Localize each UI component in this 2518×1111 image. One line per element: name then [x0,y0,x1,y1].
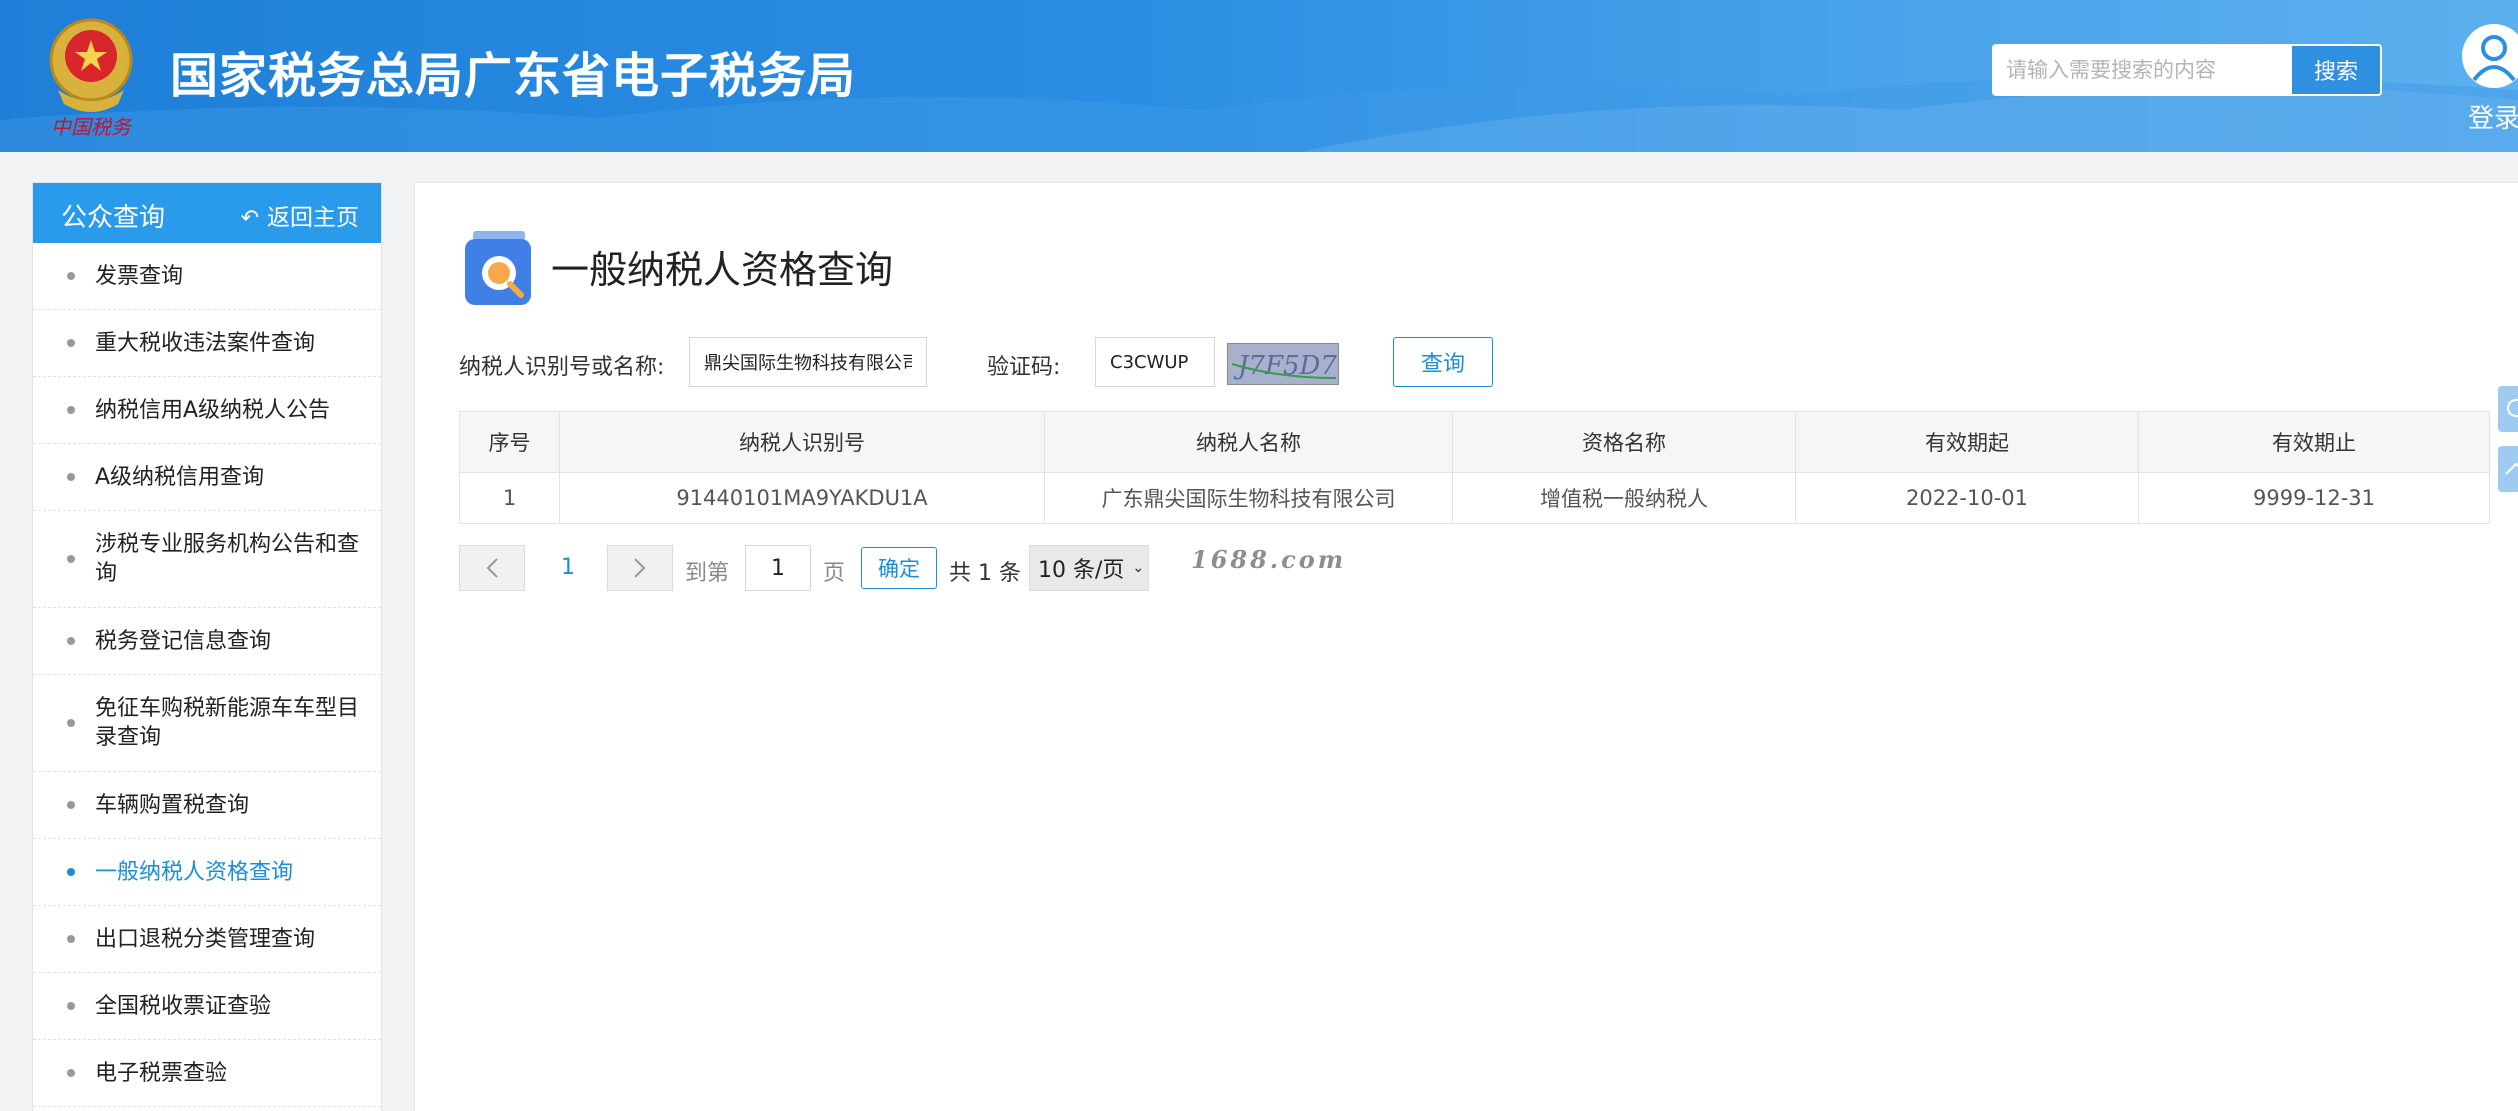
sidebar-item-major-violation-query[interactable]: 重大税收违法案件查询 [33,310,381,377]
watermark: 1688.com [1191,545,1347,574]
captcha-label: 验证码: [987,355,1061,380]
user-avatar-icon [2462,24,2518,88]
sidebar-item-new-energy-vehicle-catalog[interactable]: 免征车购税新能源车车型目录查询 [33,675,381,772]
taxpayer-input[interactable] [689,337,927,387]
sidebar-item-label: 出口退税分类管理查询 [95,926,316,952]
page-number-current[interactable]: 1 [561,555,575,580]
sidebar-item-label: 免征车购税新能源车车型目录查询 [95,696,360,750]
goto-label: 到第 [685,561,730,586]
prev-page-button[interactable] [459,545,525,591]
page-suffix-label: 页 [823,561,846,586]
bullet-icon [67,868,75,876]
column-header: 有效期止 [2138,411,2490,473]
sidebar-item-e-tax-voucher-check[interactable]: 电子税票查验 [33,1040,381,1107]
sidebar-item-label: 涉税专业服务机构公告和查询 [95,532,360,586]
captcha-input[interactable] [1095,337,1215,387]
bullet-icon [67,637,75,645]
table-cell: 1 [459,472,560,524]
sidebar-item-registration-query[interactable]: 税务登记信息查询 [33,608,381,675]
sidebar-item-label: 电子税票查验 [95,1060,228,1086]
login-label: 登录 [2468,104,2518,134]
sidebar-item-tax-voucher-check[interactable]: 全国税收票证查验 [33,973,381,1040]
table-cell: 增值税一般纳税人 [1452,472,1796,524]
captcha-image[interactable]: J7F5D7 [1227,343,1339,385]
sidebar-item-label: 一般纳税人资格查询 [95,859,294,885]
bullet-icon [67,339,75,347]
sidebar-item-label: 纳税信用A级纳税人公告 [95,397,331,423]
bullet-icon [67,801,75,809]
page-title: 一般纳税人资格查询 [551,248,894,292]
result-table: 序号 纳税人识别号 纳税人名称 资格名称 有效期起 有效期止 1 9144010… [459,411,2490,524]
bullet-icon [67,406,75,414]
site-title: 国家税务总局广东省电子税务局 [170,48,857,104]
bullet-icon [67,272,75,280]
chevron-up-icon [2505,462,2518,475]
table-cell: 9999-12-31 [2138,472,2490,524]
bullet-icon [67,555,75,563]
emblem-signature: 中国税务 [51,115,133,139]
bullet-icon [67,719,75,727]
table-header-row: 序号 纳税人识别号 纳税人名称 资格名称 有效期起 有效期止 [459,411,2490,473]
sidebar-item-a-credit-query[interactable]: A级纳税信用查询 [33,444,381,511]
bullet-icon [67,473,75,481]
sidebar-item-label: 重大税收违法案件查询 [95,330,316,356]
query-button[interactable]: 查询 [1393,337,1493,387]
bullet-icon [67,1002,75,1010]
chevron-left-icon [486,558,498,578]
table-cell: 91440101MA9YAKDU1A [559,472,1045,524]
chevron-down-icon: ⌄ [1132,560,1145,576]
column-header: 序号 [459,411,560,473]
sidebar-item-tax-agency-notice[interactable]: 涉税专业服务机构公告和查询 [33,511,381,608]
sidebar-item-label: 全国税收票证查验 [95,993,272,1019]
sidebar-item-label: 车辆购置税查询 [95,792,250,818]
table-cell: 2022-10-01 [1795,472,2139,524]
login-link[interactable]: 登录 [2460,24,2518,134]
float-top-tool[interactable] [2498,446,2518,492]
captcha-text: J7F5D7 [1233,351,1337,381]
sidebar-item-vehicle-purchase-tax[interactable]: 车辆购置税查询 [33,772,381,839]
goto-page-input[interactable] [745,545,811,591]
sidebar-item-invoice-query[interactable]: 发票查询 [33,243,381,310]
tax-emblem-logo: 中国税务 [49,18,133,139]
back-home-label: 返回主页 [267,205,359,231]
back-home-link[interactable]: ↶ 返回主页 [241,198,359,232]
search-input[interactable] [1992,44,2292,96]
search-document-icon [465,231,531,305]
sidebar-item-label: A级纳税信用查询 [95,464,265,490]
taxpayer-label: 纳税人识别号或名称: [459,355,665,380]
chevron-right-icon [634,558,646,578]
table-row: 1 91440101MA9YAKDU1A 广东鼎尖国际生物科技有限公司 增值税一… [459,472,2490,524]
sidebar-header: 公众查询 ↶ 返回主页 [33,183,381,243]
column-header: 有效期起 [1795,411,2139,473]
chat-icon [2507,399,2518,417]
site-header: 中国税务 国家税务总局广东省电子税务局 搜索 登录 [0,0,2518,152]
sidebar-item-general-taxpayer-query[interactable]: 一般纳税人资格查询 [33,839,381,906]
column-header: 资格名称 [1452,411,1796,473]
main-panel: 一般纳税人资格查询 纳税人识别号或名称: 验证码: J7F5D7 查询 序号 纳… [414,182,2518,1111]
sidebar-item-export-rebate-query[interactable]: 出口退税分类管理查询 [33,906,381,973]
page-size-value: 10 条/页 [1038,558,1125,583]
bullet-icon [67,935,75,943]
float-chat-tool[interactable] [2498,386,2518,432]
next-page-button[interactable] [607,545,673,591]
sidebar-title: 公众查询 [61,203,166,233]
column-header: 纳税人名称 [1044,411,1453,473]
sidebar: 公众查询 ↶ 返回主页 发票查询 重大税收违法案件查询 纳税信用A级纳税人公告 A… [32,182,382,1111]
table-cell: 广东鼎尖国际生物科技有限公司 [1044,472,1453,524]
column-header: 纳税人识别号 [559,411,1045,473]
page-size-select[interactable]: 10 条/页 ⌄ [1029,545,1149,591]
sidebar-item-label: 发票查询 [95,263,184,289]
goto-confirm-button[interactable]: 确定 [861,547,937,589]
total-count: 共 1 条 [949,561,1021,586]
sidebar-item-label: 税务登记信息查询 [95,628,272,654]
back-arrow-icon: ↶ [240,206,259,231]
search-button[interactable]: 搜索 [2292,44,2382,96]
bullet-icon [67,1069,75,1077]
sidebar-item-a-credit-notice[interactable]: 纳税信用A级纳税人公告 [33,377,381,444]
